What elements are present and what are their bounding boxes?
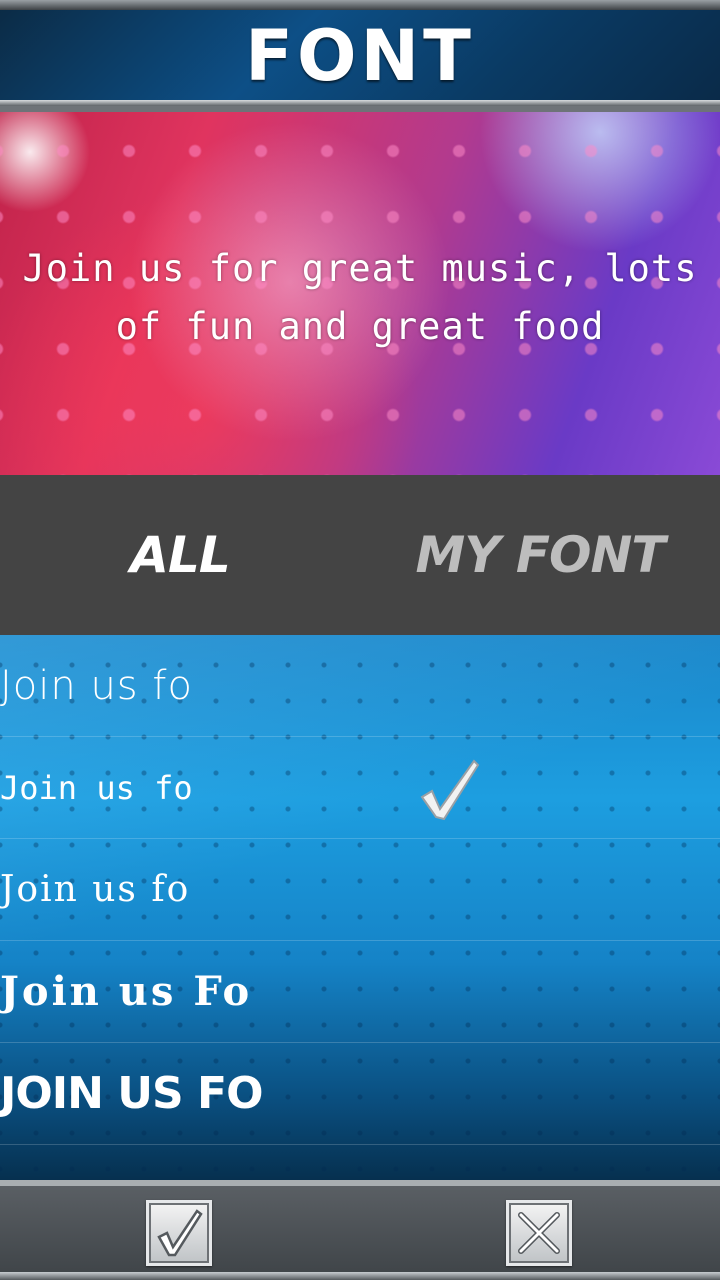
footer-divider [0, 1272, 720, 1280]
app-header: FONT [0, 0, 720, 112]
close-icon [518, 1212, 560, 1254]
confirm-button[interactable] [146, 1200, 212, 1266]
font-preview-panel: Join us for great music, lots of fun and… [0, 112, 720, 475]
font-sample: JOIN US FO [0, 1068, 263, 1119]
font-sample: Join us fo [0, 869, 191, 910]
font-list-item-selected[interactable]: Join us fo [0, 737, 720, 839]
checkmark-icon [420, 759, 480, 821]
font-list-item[interactable]: Join us fo [0, 839, 720, 941]
tab-my-font[interactable]: MY FONT [360, 475, 720, 635]
font-list-item[interactable]: Join us fo [0, 635, 720, 737]
header-divider [0, 100, 720, 106]
page-title: FONT [245, 15, 475, 97]
bottom-action-bar [0, 1180, 720, 1280]
checkmark-icon [157, 1209, 203, 1257]
preview-text: Join us for great music, lots of fun and… [22, 247, 698, 348]
font-list-item[interactable]: Join us Fo [0, 941, 720, 1043]
font-sample: Join us fo [0, 769, 193, 807]
font-list-item[interactable]: JOIN US FO [0, 1043, 720, 1145]
tab-all[interactable]: ALL [0, 475, 360, 635]
font-sample: Join us fo [0, 663, 193, 709]
font-list: Join us fo Join us fo Join us fo Join us… [0, 635, 720, 1180]
tab-bar: ALL MY FONT [0, 475, 720, 635]
font-sample: Join us Fo [0, 968, 253, 1015]
cancel-button[interactable] [506, 1200, 572, 1266]
